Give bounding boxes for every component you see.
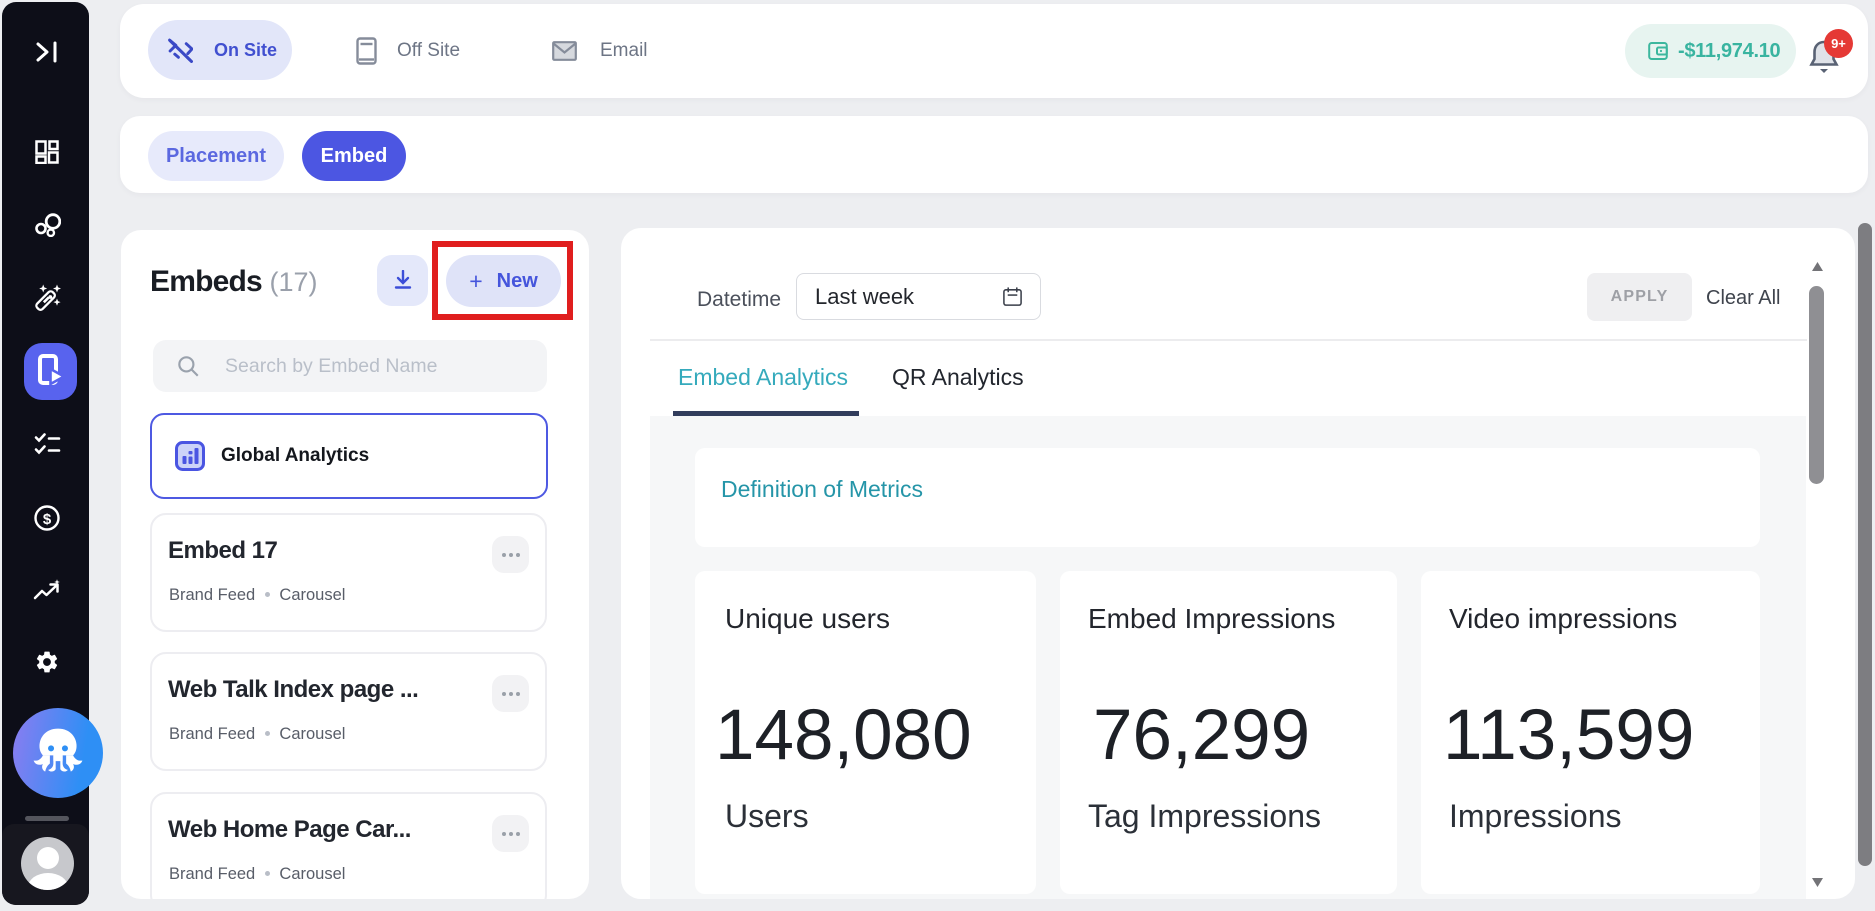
svg-text:$: $ xyxy=(43,511,52,528)
